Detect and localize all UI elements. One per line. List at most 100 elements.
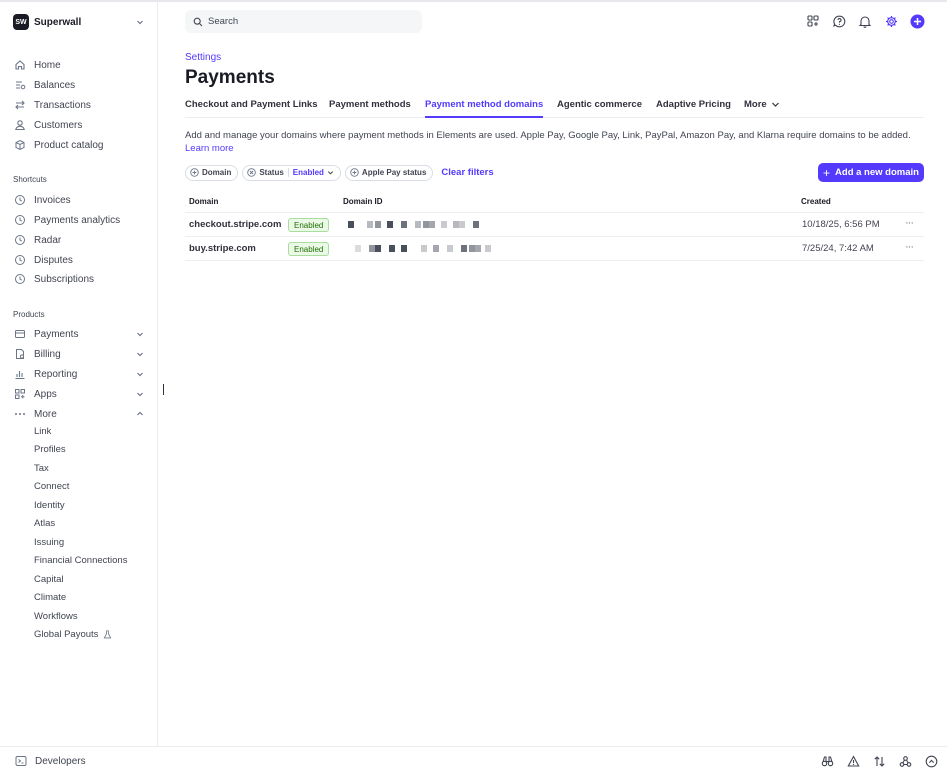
sidebar-subitem-atlas[interactable]: Atlas <box>34 515 55 531</box>
help-icon[interactable] <box>831 13 847 29</box>
account-switcher[interactable]: SW Superwall <box>13 12 145 32</box>
footer-toolbar <box>819 753 939 769</box>
add-domain-label: Add a new domain <box>835 167 919 178</box>
sidebar-item-payments[interactable]: Payments <box>13 325 145 343</box>
developers-button[interactable]: Developers <box>15 755 86 767</box>
tab-more[interactable]: More <box>744 96 780 118</box>
tab-agentic-commerce[interactable]: Agentic commerce <box>557 96 642 118</box>
clock-icon <box>13 233 27 247</box>
row-actions-button[interactable]: ··· <box>905 241 914 253</box>
sidebar-item-invoices[interactable]: Invoices <box>13 191 145 209</box>
x-circle-icon[interactable] <box>247 168 257 177</box>
chevron-down-icon <box>135 389 145 399</box>
row-actions-button[interactable]: ··· <box>905 217 914 229</box>
search-input[interactable]: Search <box>185 10 422 33</box>
shortcuts-heading: Shortcuts <box>13 175 47 184</box>
chevron-down-icon <box>135 349 145 359</box>
filter-status[interactable]: Status Enabled <box>242 164 341 181</box>
plus-circle-icon <box>190 168 199 177</box>
sort-arrows-icon[interactable] <box>871 753 887 769</box>
filter-label: Apple Pay status <box>361 168 427 177</box>
chevron-down-icon <box>327 169 334 176</box>
column-header-domain-id[interactable]: Domain ID <box>343 197 383 206</box>
tab-payment-methods[interactable]: Payment methods <box>329 96 411 118</box>
sidebar-item-home[interactable]: Home <box>13 56 145 74</box>
sidebar-item-label: Radar <box>34 234 62 246</box>
webhooks-icon[interactable] <box>897 753 913 769</box>
reporting-icon <box>13 367 27 381</box>
sidebar-item-subscriptions[interactable]: Subscriptions <box>13 270 145 288</box>
sidebar-item-transactions[interactable]: Transactions <box>13 96 145 114</box>
developers-label: Developers <box>35 755 86 767</box>
balances-icon <box>13 78 27 92</box>
customers-icon <box>13 118 27 132</box>
table-row[interactable]: checkout.stripe.com Enabled 10/18/25, 6:… <box>185 213 924 237</box>
column-header-created[interactable]: Created <box>801 197 831 206</box>
sidebar-subitem-profiles[interactable]: Profiles <box>34 441 66 457</box>
sidebar-item-billing[interactable]: Billing <box>13 345 145 363</box>
sidebar-item-balances[interactable]: Balances <box>13 76 145 94</box>
sidebar-subitem-issuing[interactable]: Issuing <box>34 534 64 550</box>
sidebar-item-label: Invoices <box>34 194 71 206</box>
domain-name: checkout.stripe.com <box>189 219 282 230</box>
filter-bar: Domain Status Enabled Apple Pay status C… <box>185 164 494 181</box>
sidebar-item-label: Apps <box>34 388 57 400</box>
text-cursor <box>163 384 164 395</box>
sidebar-subitem-global-payouts[interactable]: Global Payouts <box>34 626 112 642</box>
filter-domain[interactable]: Domain <box>185 164 239 181</box>
sidebar-subitem-tax[interactable]: Tax <box>34 460 49 476</box>
binoculars-icon[interactable] <box>819 753 835 769</box>
more-icon <box>13 407 27 421</box>
sidebar-subitem-connect[interactable]: Connect <box>34 478 69 494</box>
search-icon <box>193 17 203 27</box>
sidebar-subitem-climate[interactable]: Climate <box>34 589 66 605</box>
column-header-domain[interactable]: Domain <box>189 197 218 206</box>
sidebar-item-apps[interactable]: Apps <box>13 385 145 403</box>
sidebar-subitem-financial-connections[interactable]: Financial Connections <box>34 552 127 568</box>
filter-apple-pay-status[interactable]: Apple Pay status <box>344 164 434 181</box>
sidebar-subitem-link[interactable]: Link <box>34 423 51 439</box>
apps-grid-icon[interactable] <box>805 13 821 29</box>
status-badge: Enabled <box>288 218 330 232</box>
sidebar-item-product-catalog[interactable]: Product catalog <box>13 136 145 154</box>
tab-payment-method-domains[interactable]: Payment method domains <box>425 96 544 118</box>
sidebar-subitem-identity[interactable]: Identity <box>34 497 65 513</box>
chevron-down-icon <box>135 17 145 27</box>
sidebar-item-radar[interactable]: Radar <box>13 231 145 249</box>
search-placeholder: Search <box>208 16 239 27</box>
sidebar-item-more[interactable]: More <box>13 405 145 423</box>
sidebar-item-label: Balances <box>34 79 76 91</box>
top-toolbar <box>805 13 925 29</box>
tab-adaptive-pricing[interactable]: Adaptive Pricing <box>656 96 731 118</box>
sidebar-subitem-workflows[interactable]: Workflows <box>34 608 78 624</box>
apps-icon <box>13 387 27 401</box>
filter-status-value: Enabled <box>292 168 324 177</box>
created-date: 7/25/24, 7:42 AM <box>802 243 874 254</box>
sidebar-item-reporting[interactable]: Reporting <box>13 365 145 383</box>
add-domain-button[interactable]: + Add a new domain <box>818 163 924 182</box>
sidebar-item-label: Home <box>34 59 61 71</box>
redacted-domain-id <box>345 245 495 253</box>
sidebar-item-label: Reporting <box>34 368 78 380</box>
table-header: Domain Domain ID Created <box>185 192 924 213</box>
breadcrumb[interactable]: Settings <box>185 52 221 63</box>
learn-more-link[interactable]: Learn more <box>185 143 234 154</box>
create-plus-icon[interactable] <box>909 13 925 29</box>
tab-checkout-and-payment-links[interactable]: Checkout and Payment Links <box>185 96 318 118</box>
sidebar-item-label: Subscriptions <box>34 273 95 285</box>
products-heading: Products <box>13 310 45 319</box>
sidebar-item-customers[interactable]: Customers <box>13 116 145 134</box>
gear-icon[interactable] <box>883 13 899 29</box>
sidebar-item-label: Billing <box>34 348 61 360</box>
collapse-up-icon[interactable] <box>923 753 939 769</box>
sidebar-item-label: Product catalog <box>34 139 104 151</box>
description-text: Add and manage your domains where paymen… <box>185 130 911 141</box>
sidebar-item-label: Payments analytics <box>34 214 121 226</box>
sidebar-subitem-capital[interactable]: Capital <box>34 571 64 587</box>
table-row[interactable]: buy.stripe.com Enabled 7/25/24, 7:42 AM … <box>185 237 924 261</box>
warning-icon[interactable] <box>845 753 861 769</box>
bell-icon[interactable] <box>857 13 873 29</box>
sidebar-item-payments-analytics[interactable]: Payments analytics <box>13 211 145 229</box>
clear-filters-link[interactable]: Clear filters <box>441 167 493 178</box>
sidebar-item-disputes[interactable]: Disputes <box>13 251 145 269</box>
